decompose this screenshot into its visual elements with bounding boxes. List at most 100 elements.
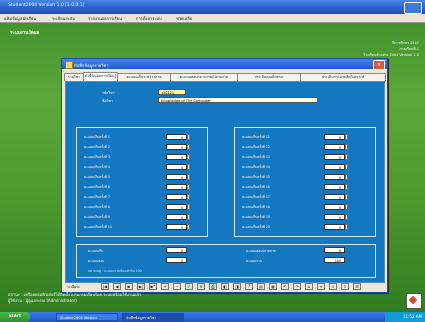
spinner-icon[interactable]: [187, 204, 190, 210]
score-row-field[interactable]: 0: [166, 214, 187, 220]
menu-item-help[interactable]: ช่วยเหลือ: [176, 15, 192, 22]
nav-button[interactable]: ⌂: [305, 283, 313, 290]
score-row-field[interactable]: 0: [166, 204, 187, 210]
score-row-field[interactable]: 0: [166, 144, 187, 150]
nav-button[interactable]: ⎙: [209, 283, 217, 290]
score-row-field[interactable]: 0: [166, 224, 187, 230]
score-row-field[interactable]: 0: [324, 154, 345, 160]
subject-name-label: ชื่อวิชา: [102, 99, 113, 103]
score-row-field[interactable]: 0: [324, 164, 345, 170]
spinner-icon[interactable]: [345, 134, 348, 140]
spinner-icon[interactable]: [345, 224, 348, 230]
spinner-icon[interactable]: [187, 214, 190, 220]
nav-button[interactable]: ≡: [317, 283, 325, 290]
subject-name-field[interactable]: Knowledge of The Computer: [158, 97, 318, 103]
nav-button[interactable]: +: [161, 283, 169, 290]
spinner-icon[interactable]: [345, 174, 348, 180]
summary-value[interactable]: 0: [166, 247, 187, 253]
nav-button[interactable]: ?: [245, 283, 253, 290]
score-row-label: คะแนนเก็บครั้งที่ 11: [242, 135, 270, 139]
score-row-field[interactable]: 0: [166, 164, 187, 170]
subject-code-field[interactable]: ว30121: [158, 89, 186, 95]
spinner-icon[interactable]: [187, 184, 190, 190]
menu-item-reports[interactable]: รายงานผลการเรียน: [88, 15, 122, 22]
nav-button[interactable]: −: [173, 283, 181, 290]
spinner-icon[interactable]: [345, 154, 348, 160]
tab-midterm-scores[interactable]: คะแนนเก็บระหว่างภาค: [117, 73, 171, 81]
nav-button[interactable]: ✕: [197, 283, 205, 290]
summary-label: คะแนนเก็บ: [88, 249, 104, 253]
score-row-label: คะแนนเก็บครั้งที่ 16: [242, 185, 270, 189]
nav-button[interactable]: ◨: [233, 283, 241, 290]
spinner-icon[interactable]: [345, 144, 348, 150]
nav-button[interactable]: ↶: [281, 283, 289, 290]
spinner-icon[interactable]: [345, 204, 348, 210]
window-controls[interactable]: [404, 2, 422, 14]
score-row-field[interactable]: 0: [324, 194, 345, 200]
tab-reading-analysis[interactable]: ประเมินการอ่านคิดวิเคราะห์: [300, 73, 386, 81]
app-titlebar: Student2004 Version 1.0 [1.0.0.1]: [0, 0, 425, 14]
score-row-field[interactable]: 0: [324, 184, 345, 190]
tab-strip: รายวิชา ตัวชี้วัด/ผลการเรียนรู้ คะแนนเก็…: [64, 72, 386, 81]
menu-item-records[interactable]: ระเบียนสะสม: [52, 15, 75, 22]
nav-button[interactable]: ☰: [353, 283, 361, 290]
score-row-field[interactable]: 0: [166, 174, 187, 180]
spinner-icon[interactable]: [345, 214, 348, 220]
nav-button[interactable]: ▦: [269, 283, 277, 290]
record-navigator: ระเบียน: |◀ ◀ ▶ ▶| ▶* + − ✓ ✕ ⎙ ◧ ◨? ▤ ▦ ↶ ↷ ⌂ ≡ ⇩ ⇧ ☰: [65, 283, 383, 291]
taskbar-task[interactable]: Student2004 Version: [56, 313, 118, 321]
score-row-field[interactable]: 0: [166, 184, 187, 190]
app-title: Student2004 Version 1.0 [1.0.0.1]: [8, 3, 85, 8]
summary-value[interactable]: 100: [324, 257, 345, 263]
score-row-field[interactable]: 0: [166, 154, 187, 160]
spinner-icon[interactable]: [187, 154, 190, 160]
summary-label: คะแนนสอบปลายภาค: [246, 249, 276, 253]
nav-button[interactable]: ◀: [113, 283, 121, 290]
nav-button[interactable]: ↷: [293, 283, 301, 290]
score-row-field[interactable]: 0: [324, 224, 345, 230]
score-row-field[interactable]: 0: [166, 194, 187, 200]
spinner-icon[interactable]: [187, 164, 190, 170]
nav-button[interactable]: ◧: [221, 283, 229, 290]
spinner-icon[interactable]: [187, 144, 190, 150]
spinner-icon[interactable]: [345, 194, 348, 200]
nav-button[interactable]: ✓: [185, 283, 193, 290]
nav-button[interactable]: ▶|: [137, 283, 145, 290]
menu-item-students[interactable]: แฟ้มข้อมูลนักเรียน: [4, 15, 36, 22]
taskbar-task[interactable]: บันทึกข้อมูลรายวิชา: [122, 313, 184, 321]
nav-button[interactable]: ⇧: [341, 283, 349, 290]
nav-button[interactable]: ▶: [125, 283, 133, 290]
header-label: ระบบงานวัดผล: [10, 31, 40, 36]
score-row-field[interactable]: 0: [324, 144, 345, 150]
spinner-icon[interactable]: [187, 194, 190, 200]
tab-indicators[interactable]: ตัวชี้วัด/ผลการเรียนรู้: [83, 72, 118, 81]
spinner-icon[interactable]: [345, 184, 348, 190]
spinner-icon[interactable]: [187, 224, 190, 230]
tab-exam-scores[interactable]: คะแนนสอบกลางภาค/ปลายภาค: [170, 73, 238, 81]
app-shortcut-icon[interactable]: [406, 293, 422, 309]
tab-characteristics[interactable]: ประเมินคุณลักษณะ: [237, 73, 301, 81]
score-row-field[interactable]: 0: [324, 174, 345, 180]
summary-value[interactable]: 0: [324, 247, 345, 253]
subject-code-label: รหัสวิชา: [102, 91, 115, 95]
status-area: สถานะ : เครื่องคอมพิวเตอร์ได้ติดตั้งโปรแ…: [8, 292, 141, 304]
summary-value[interactable]: 0: [166, 257, 187, 263]
menu-item-settings[interactable]: การตั้งค่าระบบ: [136, 15, 162, 22]
score-row-field[interactable]: 0: [324, 214, 345, 220]
start-button[interactable]: start: [0, 312, 30, 322]
score-row-field[interactable]: 0: [166, 134, 187, 140]
nav-button[interactable]: |◀: [101, 283, 109, 290]
score-row-label: คะแนนเก็บครั้งที่ 20: [242, 225, 270, 229]
score-row-label: คะแนนเก็บครั้งที่ 10: [84, 225, 112, 229]
score-row-field[interactable]: 0: [324, 204, 345, 210]
close-icon[interactable]: ×: [373, 60, 385, 70]
tab-subject[interactable]: รายวิชา: [64, 73, 84, 81]
score-row-field[interactable]: 0: [324, 134, 345, 140]
spinner-icon[interactable]: [345, 164, 348, 170]
nav-button[interactable]: ▤: [257, 283, 265, 290]
spinner-icon[interactable]: [187, 174, 190, 180]
spinner-icon[interactable]: [187, 134, 190, 140]
nav-button[interactable]: ▶*: [149, 283, 157, 290]
nav-button[interactable]: ⇩: [329, 283, 337, 290]
form-icon: [65, 61, 73, 69]
